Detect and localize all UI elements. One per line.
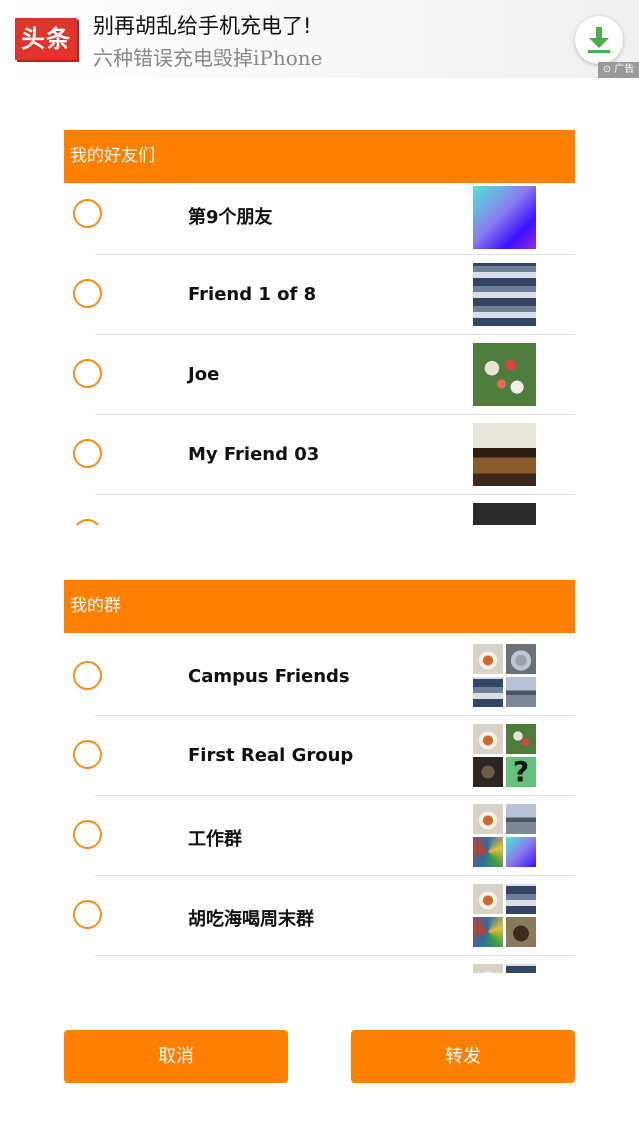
group-avatar-tile [473, 724, 503, 754]
friend-avatar [473, 263, 536, 326]
group-name: Campus Friends [188, 666, 350, 687]
select-radio[interactable] [73, 661, 102, 690]
friend-row[interactable]: 第9个朋友 [64, 183, 575, 255]
friend-row[interactable]: Friend 1 of 8 [64, 255, 575, 335]
friend-avatar [473, 186, 536, 249]
group-avatar [473, 804, 536, 867]
group-avatar-tile [473, 677, 503, 707]
friend-avatar [473, 423, 536, 486]
select-radio[interactable] [73, 820, 102, 849]
ad-banner[interactable]: 头条 别再胡乱给手机充电了! 六种错误充电毁掉iPhone ⊙ 广告 [0, 0, 639, 78]
friend-name: My Friend 03 [188, 444, 320, 465]
group-avatar-tile [473, 917, 503, 947]
select-radio[interactable] [73, 519, 102, 525]
toutiao-logo: 头条 [15, 18, 77, 60]
ad-download-button[interactable] [575, 16, 623, 64]
groups-section-header: 我的群 [64, 580, 575, 633]
ad-label: ⊙ 广告 [598, 62, 639, 78]
ad-title[interactable]: 别再胡乱给手机充电了! [93, 10, 311, 40]
group-avatar-tile [473, 884, 503, 914]
group-avatar-tile [506, 964, 536, 973]
group-avatar-tile [473, 757, 503, 787]
download-icon [588, 27, 610, 53]
group-row[interactable] [64, 956, 575, 973]
group-avatar-tile [473, 837, 503, 867]
group-avatar-tile [473, 644, 503, 674]
friend-row[interactable]: Joe [64, 335, 575, 415]
friend-avatar [473, 503, 536, 525]
group-name: 工作群 [188, 829, 242, 850]
group-name: 胡吃海喝周末群 [188, 909, 314, 930]
select-radio[interactable] [73, 740, 102, 769]
group-row[interactable]: Campus Friends [64, 633, 575, 716]
group-avatar-tile [506, 644, 536, 674]
group-avatar-tile [506, 837, 536, 867]
group-avatar [473, 964, 536, 973]
select-radio[interactable] [73, 279, 102, 308]
group-row[interactable]: First Real Group ? [64, 716, 575, 796]
friend-row[interactable] [64, 495, 575, 525]
group-row[interactable]: 胡吃海喝周末群 [64, 876, 575, 956]
group-avatar [473, 884, 536, 947]
friend-name: 第9个朋友 [188, 207, 273, 228]
question-mark-icon: ? [506, 757, 536, 787]
friends-section-header: 我的好友们 [64, 130, 575, 183]
select-radio[interactable] [73, 199, 102, 228]
group-avatar-tile [473, 804, 503, 834]
group-row[interactable]: 工作群 [64, 796, 575, 876]
group-avatar-tile [473, 964, 503, 973]
group-avatar-tile [506, 677, 536, 707]
group-avatar: ? [473, 724, 536, 787]
group-avatar [473, 644, 536, 707]
cancel-button[interactable]: 取消 [64, 1030, 288, 1083]
friend-name: Friend 1 of 8 [188, 284, 317, 305]
group-avatar-tile [506, 724, 536, 754]
friends-list[interactable]: 第9个朋友 Friend 1 of 8 Joe My Friend 03 [64, 183, 575, 525]
groups-list[interactable]: Campus Friends First Real Group ? 工作群 胡吃… [64, 633, 575, 973]
group-name: First Real Group [188, 745, 354, 766]
select-radio[interactable] [73, 359, 102, 388]
ad-subtitle[interactable]: 六种错误充电毁掉iPhone [93, 42, 323, 71]
group-avatar-tile [506, 917, 536, 947]
friend-name: Joe [188, 364, 220, 385]
friend-avatar [473, 343, 536, 406]
group-avatar-tile [506, 884, 536, 914]
forward-button[interactable]: 转发 [351, 1030, 575, 1083]
select-radio[interactable] [73, 900, 102, 929]
friend-row[interactable]: My Friend 03 [64, 415, 575, 495]
group-avatar-tile [506, 804, 536, 834]
select-radio[interactable] [73, 439, 102, 468]
